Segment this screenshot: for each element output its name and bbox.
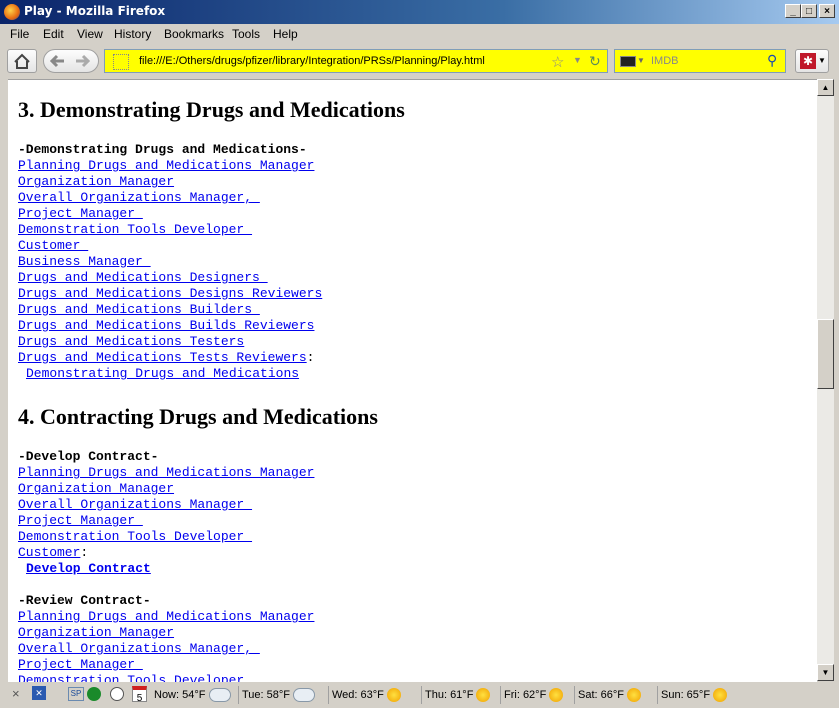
addon-button[interactable]: ✱ ▼ bbox=[795, 49, 829, 73]
role-link[interactable]: Drugs and Medications Designs Reviewers bbox=[18, 286, 322, 302]
role-link[interactable]: Demonstration Tools Developer bbox=[18, 222, 252, 238]
menu-view[interactable]: View bbox=[77, 27, 103, 41]
maximize-button[interactable]: □ bbox=[801, 4, 817, 18]
activity-link[interactable]: Develop Contract bbox=[26, 561, 151, 577]
role-link[interactable]: Planning Drugs and Medications Manager bbox=[18, 609, 314, 625]
menu-bookmarks[interactable]: Bookmarks bbox=[164, 27, 224, 41]
calendar-icon[interactable]: 5 bbox=[132, 686, 147, 704]
section-heading-3: 3. Demonstrating Drugs and Medications bbox=[18, 97, 405, 122]
sun-icon bbox=[549, 688, 564, 702]
close-findbar-icon[interactable]: × bbox=[12, 686, 20, 701]
home-icon bbox=[14, 53, 30, 69]
section-heading-4: 4. Contracting Drugs and Medications bbox=[18, 404, 378, 429]
firefox-logo-icon bbox=[4, 4, 20, 20]
role-link[interactable]: Planning Drugs and Medications Manager bbox=[18, 465, 314, 481]
addon-dropdown-icon: ▼ bbox=[818, 56, 826, 65]
role-link[interactable]: Overall Organizations Manager, bbox=[18, 190, 260, 206]
address-bar[interactable]: file:///E:/Others/drugs/pfizer/library/I… bbox=[104, 49, 608, 73]
activity-header: -Review Contract- bbox=[18, 593, 151, 608]
bookmark-star-icon[interactable]: ☆ bbox=[551, 53, 564, 71]
role-link[interactable]: Drugs and Medications Builds Reviewers bbox=[18, 318, 314, 334]
role-link[interactable]: Overall Organizations Manager bbox=[18, 497, 252, 513]
role-link[interactable]: Drugs and Medications Builders bbox=[18, 302, 260, 318]
sp-icon[interactable]: SP bbox=[68, 687, 84, 701]
weather-fri[interactable]: Fri: 62°F bbox=[504, 688, 564, 702]
weather-sat[interactable]: Sat: 66°F bbox=[578, 688, 642, 702]
role-link[interactable]: Drugs and Medications Designers bbox=[18, 270, 268, 286]
activity-header: -Demonstrating Drugs and Medications- bbox=[18, 142, 307, 157]
role-link[interactable]: Organization Manager bbox=[18, 174, 174, 190]
clock-icon[interactable] bbox=[110, 687, 124, 701]
role-link[interactable]: Customer bbox=[18, 238, 88, 254]
status-green-icon[interactable] bbox=[87, 687, 101, 701]
search-bar[interactable]: ▼ IMDB ⚲ bbox=[614, 49, 786, 73]
scroll-thumb[interactable] bbox=[817, 319, 834, 389]
title-bar: Play - Mozilla Firefox _ □ × bbox=[0, 0, 839, 24]
close-button[interactable]: × bbox=[819, 4, 835, 18]
back-icon[interactable] bbox=[49, 54, 64, 68]
activity-header: -Develop Contract- bbox=[18, 449, 159, 464]
weather-now[interactable]: Now: 54°F bbox=[154, 688, 231, 702]
role-link[interactable]: Drugs and Medications Testers bbox=[18, 334, 244, 350]
weather-wed[interactable]: Wed: 63°F bbox=[332, 688, 401, 702]
role-link[interactable]: Planning Drugs and Medications Manager bbox=[18, 158, 314, 174]
activity-link[interactable]: Demonstrating Drugs and Medications bbox=[26, 366, 299, 382]
role-link[interactable]: Business Manager bbox=[18, 254, 151, 270]
role-link[interactable]: Project Manager bbox=[18, 206, 143, 222]
status-bar: × ✕ SP 5 Now: 54°F Tue: 58°F Wed: 63°F T… bbox=[0, 683, 839, 707]
reload-icon[interactable]: ↻ bbox=[589, 53, 601, 70]
vertical-scrollbar[interactable]: ▲ ▼ bbox=[817, 79, 834, 681]
menu-edit[interactable]: Edit bbox=[43, 27, 64, 41]
search-engine-icon[interactable] bbox=[620, 56, 636, 67]
role-link[interactable]: Project Manager bbox=[18, 513, 143, 529]
partly-sunny-icon bbox=[627, 688, 642, 702]
minimize-button[interactable]: _ bbox=[785, 4, 801, 18]
menu-bar: File Edit View History Bookmarks Tools H… bbox=[0, 24, 839, 44]
page-content: 3. Demonstrating Drugs and Medications -… bbox=[8, 79, 817, 682]
weather-sun[interactable]: Sun: 65°F bbox=[661, 688, 728, 702]
weather-tue[interactable]: Tue: 58°F bbox=[242, 688, 316, 702]
search-icon[interactable]: ⚲ bbox=[767, 52, 777, 69]
partly-sunny-icon bbox=[713, 688, 728, 702]
back-forward-buttons bbox=[43, 49, 99, 73]
menu-help[interactable]: Help bbox=[273, 27, 298, 41]
scroll-down-button[interactable]: ▼ bbox=[817, 664, 834, 681]
cloud-icon bbox=[293, 688, 316, 702]
role-link[interactable]: Demonstration Tools Developer bbox=[18, 529, 252, 545]
role-link[interactable]: Demonstration Tools Developer bbox=[18, 673, 244, 682]
forward-icon[interactable] bbox=[76, 54, 91, 68]
search-input[interactable]: IMDB bbox=[651, 55, 679, 67]
cloud-icon bbox=[208, 688, 231, 702]
search-engine-dropdown-icon[interactable]: ▼ bbox=[637, 56, 645, 65]
partly-sunny-icon bbox=[386, 688, 401, 702]
role-link[interactable]: Organization Manager bbox=[18, 481, 174, 497]
menu-history[interactable]: History bbox=[114, 27, 151, 41]
sun-icon bbox=[476, 688, 491, 702]
role-link[interactable]: Organization Manager bbox=[18, 625, 174, 641]
sidebar-splitter[interactable] bbox=[0, 79, 8, 681]
window-title: Play - Mozilla Firefox bbox=[24, 4, 166, 18]
home-button[interactable] bbox=[7, 49, 37, 73]
role-link[interactable]: Project Manager bbox=[18, 657, 143, 673]
menu-tools[interactable]: Tools bbox=[232, 27, 260, 41]
role-link[interactable]: Drugs and Medications Tests Reviewers: bbox=[18, 350, 314, 366]
address-input[interactable]: file:///E:/Others/drugs/pfizer/library/I… bbox=[139, 55, 485, 67]
page-identity-icon[interactable] bbox=[113, 54, 129, 70]
role-link[interactable]: Customer: bbox=[18, 545, 88, 561]
navigation-toolbar: file:///E:/Others/drugs/pfizer/library/I… bbox=[0, 44, 839, 78]
menu-file[interactable]: File bbox=[10, 27, 29, 41]
dropdown-arrow-icon[interactable]: ▼ bbox=[573, 55, 582, 65]
role-link[interactable]: Overall Organizations Manager, bbox=[18, 641, 260, 657]
scroll-up-button[interactable]: ▲ bbox=[817, 79, 834, 96]
addon-icon: ✱ bbox=[800, 53, 816, 69]
addon-bar-icon[interactable]: ✕ bbox=[32, 686, 46, 700]
weather-thu[interactable]: Thu: 61°F bbox=[425, 688, 491, 702]
